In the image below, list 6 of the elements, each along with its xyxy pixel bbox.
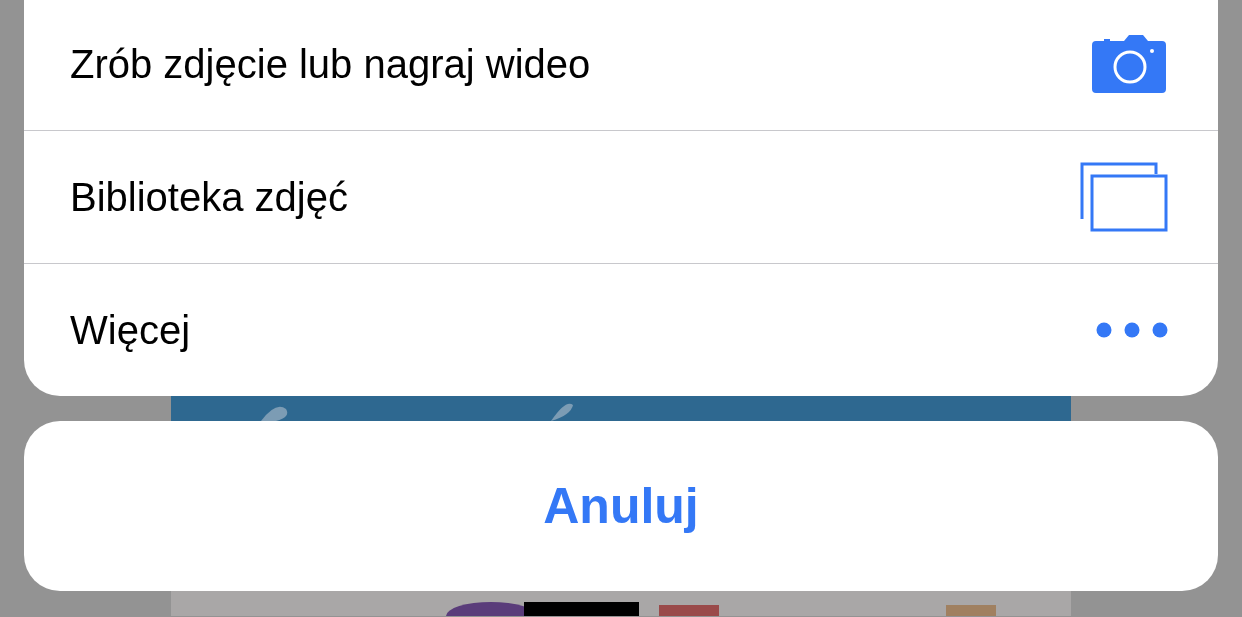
cancel-button[interactable]: Anuluj — [24, 421, 1218, 591]
menu-item[interactable]: Biblioteka zdjęć — [24, 130, 1218, 263]
camera-icon — [1092, 35, 1168, 93]
menu-item[interactable]: Zrób zdjęcie lub nagraj wideo — [24, 0, 1218, 130]
photo-library-icon — [1080, 162, 1168, 232]
more-icon — [1096, 322, 1168, 338]
